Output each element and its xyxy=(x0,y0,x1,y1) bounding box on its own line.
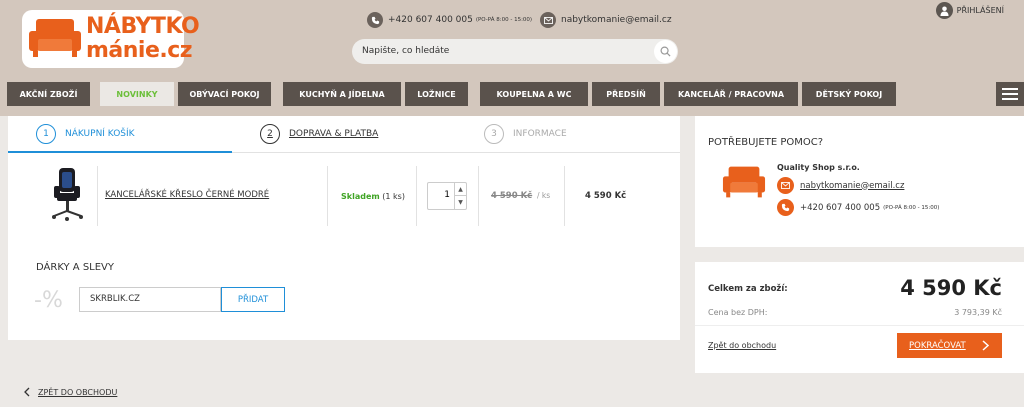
add-coupon-button[interactable]: PŘIDAT xyxy=(221,287,285,312)
step-number: 2 xyxy=(260,124,280,144)
step-number: 1 xyxy=(36,124,56,144)
quantity-input[interactable] xyxy=(432,190,450,200)
stock-status-label: Skladem xyxy=(341,192,380,201)
chevron-left-icon xyxy=(24,387,30,397)
active-step-indicator xyxy=(8,151,232,153)
row-total-price: 4 590 Kč xyxy=(585,191,627,201)
checkout-steps: 1 NÁKUPNÍ KOŠÍK 2 DOPRAVA & PLATBA 3 INF… xyxy=(8,116,680,153)
nav-item-obyvaci-pokoj[interactable]: OBÝVACÍ POKOJ xyxy=(178,82,271,106)
search-icon xyxy=(660,46,671,57)
price-without-vat-value: 3 793,39 Kč xyxy=(954,308,1002,317)
logo-text-line2: mánie.cz xyxy=(86,38,193,63)
help-title: POTŘEBUJETE POMOC? xyxy=(708,137,824,148)
step-label: INFORMACE xyxy=(513,129,567,139)
step-cart[interactable]: 1 NÁKUPNÍ KOŠÍK xyxy=(36,124,135,144)
header-email[interactable]: nabytkomanie@email.cz xyxy=(540,12,672,28)
back-link-label: ZPĚT DO OBCHODU xyxy=(38,387,118,397)
help-email-link[interactable]: nabytkomanie@email.cz xyxy=(800,181,904,191)
price-without-vat-label: Cena bez DPH: xyxy=(708,308,768,317)
login-link[interactable]: PŘIHLÁŠENÍ xyxy=(935,2,1004,19)
total-label: Celkem za zboží: xyxy=(708,284,788,294)
quantity-decrease-button[interactable]: ▼ xyxy=(454,196,466,209)
product-image-office-chair[interactable] xyxy=(48,166,88,222)
nav-item-novinky[interactable]: NOVINKY xyxy=(100,82,174,106)
search-button[interactable] xyxy=(654,40,677,63)
step-shipping-payment[interactable]: 2 DOPRAVA & PLATBA xyxy=(260,124,378,144)
site-header: NÁBYTKO mánie.cz +420 607 400 005 (PO-PÁ… xyxy=(0,0,1024,116)
step-number: 3 xyxy=(484,124,504,144)
help-phone-hours: (PO-PÁ 8:00 - 15:00) xyxy=(883,204,940,211)
user-icon xyxy=(935,2,953,19)
hamburger-menu-button[interactable] xyxy=(996,82,1024,106)
cart-panel: 1 NÁKUPNÍ KOŠÍK 2 DOPRAVA & PLATBA 3 INF… xyxy=(8,116,680,340)
nav-item-detsky-pokoj[interactable]: DĚTSKÝ POKOJ xyxy=(802,82,896,106)
gifts-section-title: DÁRKY A SLEVY xyxy=(36,262,115,273)
header-phone-number: +420 607 400 005 xyxy=(388,15,473,25)
continue-button[interactable]: POKRAČOVAT xyxy=(897,333,1002,358)
step-label: NÁKUPNÍ KOŠÍK xyxy=(65,129,135,139)
back-to-shop-bottom-link[interactable]: ZPĚT DO OBCHODU xyxy=(24,387,117,397)
sofa-icon xyxy=(29,19,81,57)
unit-price-suffix: / ks xyxy=(537,191,551,200)
search-bar xyxy=(352,39,678,64)
nav-item-kancelar-pracovna[interactable]: KANCELÁŘ / PRACOVNA xyxy=(664,82,798,106)
quantity-stepper: ▲ ▼ xyxy=(427,182,467,210)
stock-status: Skladem (1 ks) xyxy=(341,192,405,201)
back-to-shop-link[interactable]: Zpět do obchodu xyxy=(708,341,776,350)
sofa-icon xyxy=(722,166,766,198)
nav-item-akcni-zbozi[interactable]: AKČNÍ ZBOŽÍ xyxy=(7,82,90,106)
site-logo[interactable]: NÁBYTKO mánie.cz xyxy=(22,10,200,68)
help-company-name: Quality Shop s.r.o. xyxy=(777,163,860,172)
coupon-input[interactable] xyxy=(90,294,210,304)
header-email-text: nabytkomanie@email.cz xyxy=(561,15,672,25)
discount-percent-icon: -% xyxy=(34,288,63,313)
help-phone-number: +420 607 400 005 xyxy=(800,202,881,213)
continue-label: POKRAČOVAT xyxy=(909,340,966,351)
order-summary: Celkem za zboží: 4 590 Kč Cena bez DPH: … xyxy=(695,262,1024,373)
step-label: DOPRAVA & PLATBA xyxy=(289,129,379,139)
logo-text-line1: NÁBYTKO xyxy=(86,14,200,39)
nav-item-predsin[interactable]: PŘEDSÍŇ xyxy=(592,82,660,106)
help-panel: POTŘEBUJETE POMOC? Quality Shop s.r.o. n… xyxy=(695,116,1024,247)
phone-icon xyxy=(367,12,383,28)
nav-item-kuchyn-a-jidelna[interactable]: KUCHYŇ A JÍDELNA xyxy=(283,82,401,106)
coupon-field xyxy=(79,287,221,312)
chevron-right-icon xyxy=(982,340,989,351)
header-phone[interactable]: +420 607 400 005 (PO-PÁ 8:00 - 15:00) xyxy=(367,12,532,28)
total-value: 4 590 Kč xyxy=(900,276,1002,300)
login-label: PŘIHLÁŠENÍ xyxy=(956,6,1004,15)
product-name-link[interactable]: KANCELÁŘSKÉ KŘESLO ČERNÉ MODRÉ xyxy=(105,190,269,200)
step-information: 3 INFORMACE xyxy=(484,124,567,144)
help-email-row[interactable]: nabytkomanie@email.cz xyxy=(777,177,904,194)
header-phone-hours: (PO-PÁ 8:00 - 15:00) xyxy=(475,17,533,23)
mail-icon xyxy=(777,177,794,194)
phone-icon xyxy=(777,199,794,216)
main-nav: AKČNÍ ZBOŽÍ NOVINKY OBÝVACÍ POKOJ KUCHYŇ… xyxy=(7,82,1024,106)
nav-item-koupelna-a-wc[interactable]: KOUPELNA A WC xyxy=(480,82,588,106)
cart-row: KANCELÁŘSKÉ KŘESLO ČERNÉ MODRÉ Skladem (… xyxy=(8,166,680,226)
nav-item-loznice[interactable]: LOŽNICE xyxy=(405,82,468,106)
help-phone-row[interactable]: +420 607 400 005 (PO-PÁ 8:00 - 15:00) xyxy=(777,199,939,216)
unit-price: 4 590 Kč xyxy=(491,191,533,201)
stock-count: (1 ks) xyxy=(382,192,405,201)
quantity-increase-button[interactable]: ▲ xyxy=(454,183,466,196)
mail-icon xyxy=(540,12,556,28)
search-input[interactable] xyxy=(362,44,642,58)
